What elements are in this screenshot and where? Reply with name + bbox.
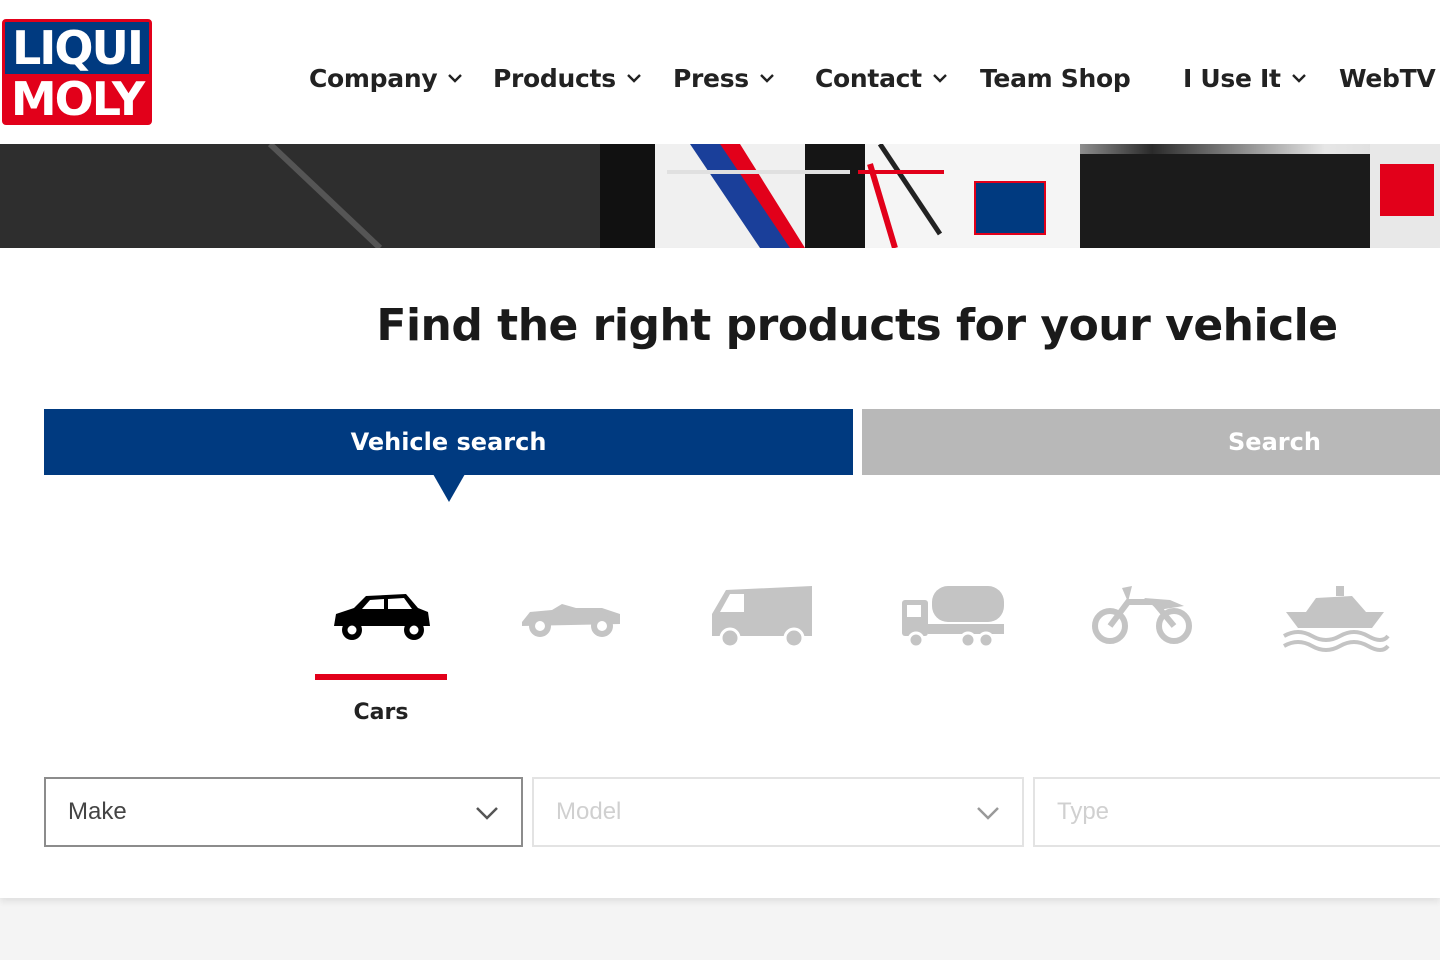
car-icon	[334, 594, 430, 640]
chevron-down-icon	[760, 74, 774, 83]
logo-line-1: LIQUI	[5, 22, 149, 74]
vehicle-type-vans[interactable]	[708, 578, 818, 654]
nav-i-use-it-label: I Use It	[1183, 63, 1281, 93]
liqui-moly-logo[interactable]: LIQUI MOLY	[2, 19, 152, 125]
logo-line-2: MOLY	[5, 74, 149, 122]
vehicle-type-motorcycles[interactable]	[1088, 578, 1198, 654]
active-tab-pointer	[433, 474, 465, 502]
selected-vehicle-underline	[315, 674, 447, 680]
vehicle-type-classic-cars[interactable]	[516, 578, 626, 654]
nav-company[interactable]: Company	[309, 58, 463, 98]
nav-webtv-label: WebTV	[1339, 63, 1436, 93]
nav-team-shop[interactable]: Team Shop	[980, 58, 1131, 98]
nav-team-shop-label: Team Shop	[980, 63, 1131, 93]
chevron-down-icon	[448, 74, 463, 83]
model-select[interactable]: Model	[532, 777, 1024, 847]
nav-contact[interactable]: Contact	[815, 58, 948, 98]
hero-banner	[0, 144, 1440, 248]
nav-products[interactable]: Products	[493, 58, 642, 98]
nav-products-label: Products	[493, 63, 616, 93]
nav-contact-label: Contact	[815, 63, 922, 93]
make-select-placeholder: Make	[68, 798, 127, 825]
chevron-down-icon	[977, 807, 999, 820]
model-select-placeholder: Model	[556, 798, 622, 825]
vehicle-type-cars[interactable]	[326, 578, 436, 654]
motorcycle-icon	[1092, 586, 1192, 644]
boat-icon	[1283, 586, 1390, 652]
slider-indicator-1[interactable]	[667, 170, 850, 174]
van-icon	[712, 586, 812, 649]
chevron-down-icon	[626, 74, 641, 83]
vehicle-type-trucks[interactable]	[898, 578, 1008, 654]
tab-vehicle-search[interactable]: Vehicle search	[44, 409, 853, 475]
nav-webtv[interactable]: WebTV	[1339, 58, 1436, 98]
slider-indicator-2-active[interactable]	[858, 170, 944, 174]
vehicle-type-label-cars: Cars	[353, 700, 409, 725]
chevron-down-icon	[476, 807, 498, 820]
type-select[interactable]: Type	[1033, 777, 1440, 847]
type-select-placeholder: Type	[1057, 798, 1110, 825]
nav-press-label: Press	[673, 63, 749, 93]
chevron-down-icon	[932, 74, 947, 83]
site-header: LIQUI MOLY Company Products Press Contac…	[0, 0, 1440, 144]
nav-i-use-it[interactable]: I Use It	[1183, 58, 1307, 98]
vehicle-type-boats[interactable]	[1280, 578, 1390, 654]
make-select[interactable]: Make	[44, 777, 523, 847]
page-title: Find the right products for your vehicle	[376, 300, 1338, 351]
chevron-down-icon	[1291, 74, 1306, 83]
classic-car-icon	[522, 604, 620, 637]
nav-company-label: Company	[309, 63, 438, 93]
tab-search[interactable]: Search	[862, 409, 1440, 475]
nav-press[interactable]: Press	[673, 58, 775, 98]
truck-icon	[902, 586, 1004, 649]
race-car-image	[0, 144, 1440, 248]
